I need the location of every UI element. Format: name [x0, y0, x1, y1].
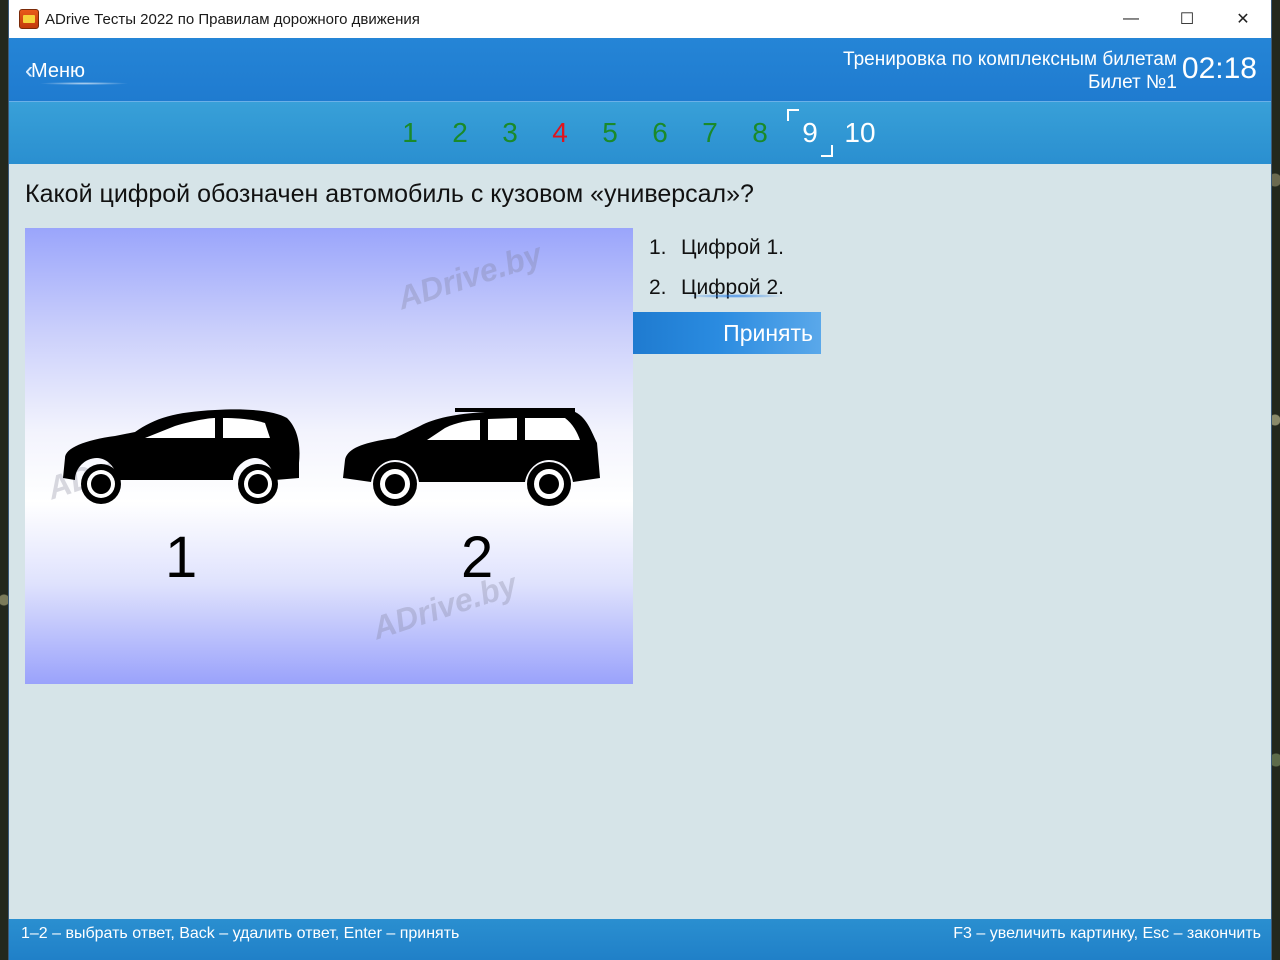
question-picture[interactable]: ADrive.by ADrive.by ADrive.by	[25, 228, 633, 684]
answer-focus-glow	[685, 294, 785, 298]
app-window: ADrive Тесты 2022 по Правилам дорожного …	[8, 0, 1272, 960]
answer-text: Цифрой 1.	[681, 236, 784, 259]
tab-question-6[interactable]: 6	[635, 117, 685, 149]
app-icon	[19, 9, 39, 29]
hatchback-car-icon	[63, 409, 300, 504]
mode-title: Тренировка по комплексным билетам	[843, 49, 1177, 70]
session-info: Тренировка по комплексным билетам Билет …	[843, 48, 1177, 94]
menu-focus-glow	[39, 82, 129, 85]
question-text: Какой цифрой обозначен автомобиль с кузо…	[25, 180, 754, 208]
tab-question-5[interactable]: 5	[585, 117, 635, 149]
window-controls: — ☐ ✕	[1103, 0, 1271, 38]
car-label-2: 2	[461, 525, 494, 590]
title-bar: ADrive Тесты 2022 по Правилам дорожного …	[9, 0, 1271, 38]
hotkeys-left: 1–2 – выбрать ответ, Back – удалить отве…	[21, 925, 460, 942]
answers-list: 1. Цифрой 1. 2. Цифрой 2.	[649, 228, 785, 308]
answer-option-1[interactable]: 1. Цифрой 1.	[649, 228, 784, 268]
tab-question-2[interactable]: 2	[435, 117, 485, 149]
question-tabs: 1 2 3 4 5 6 7 8 9 10	[385, 109, 885, 157]
tab-question-1[interactable]: 1	[385, 117, 435, 149]
accept-button[interactable]: Принять	[633, 312, 821, 354]
hotkeys-footer: 1–2 – выбрать ответ, Back – удалить отве…	[9, 919, 1271, 960]
maximize-button[interactable]: ☐	[1159, 0, 1215, 38]
window-title: ADrive Тесты 2022 по Правилам дорожного …	[45, 10, 420, 28]
tab-question-9[interactable]: 9	[785, 109, 835, 157]
ticket-title: Билет №1	[1087, 72, 1177, 93]
answer-number: 1.	[649, 236, 667, 259]
minimize-button[interactable]: —	[1103, 0, 1159, 38]
answer-number: 2.	[649, 276, 667, 299]
hotkeys-right: F3 – увеличить картинку, Esc – закончить	[953, 925, 1261, 942]
menu-label: Меню	[31, 59, 86, 82]
timer: 02:18	[1181, 52, 1257, 85]
car-label-1: 1	[165, 525, 198, 590]
tab-question-10[interactable]: 10	[835, 117, 885, 149]
cars-illustration	[63, 408, 600, 506]
answer-option-2[interactable]: 2. Цифрой 2.	[649, 268, 784, 308]
tab-question-3[interactable]: 3	[485, 117, 535, 149]
close-button[interactable]: ✕	[1215, 0, 1271, 38]
header-bar: ‹‹ Меню Тренировка по комплексным билета…	[9, 38, 1271, 102]
question-tabs-bar: 1 2 3 4 5 6 7 8 9 10	[9, 102, 1271, 164]
tab-question-8[interactable]: 8	[735, 117, 785, 149]
station-wagon-car-icon	[343, 408, 600, 506]
tab-question-7[interactable]: 7	[685, 117, 735, 149]
tab-question-4[interactable]: 4	[535, 117, 585, 149]
